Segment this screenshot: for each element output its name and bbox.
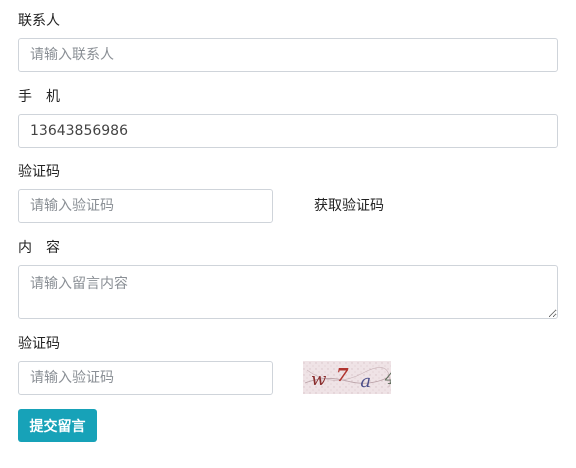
captcha-input[interactable] <box>18 361 273 395</box>
phone-label: 手 机 <box>18 89 60 105</box>
captcha-label: 验证码 <box>18 336 60 352</box>
contact-input[interactable] <box>18 38 558 72</box>
message-form: 联系人 手 机 验证码 获取验证码 内 容 验证码 w 7 a 4 提交留言 <box>0 0 576 468</box>
sms-code-label: 验证码 <box>18 164 60 180</box>
contact-label: 联系人 <box>18 13 60 29</box>
content-label: 内 容 <box>18 240 60 256</box>
captcha-image[interactable]: w 7 a 4 <box>303 361 391 394</box>
submit-button[interactable]: 提交留言 <box>18 409 97 442</box>
sms-code-input[interactable] <box>18 189 273 223</box>
phone-input[interactable] <box>18 114 558 148</box>
get-code-button[interactable]: 获取验证码 <box>314 196 384 216</box>
content-textarea[interactable] <box>18 265 558 319</box>
